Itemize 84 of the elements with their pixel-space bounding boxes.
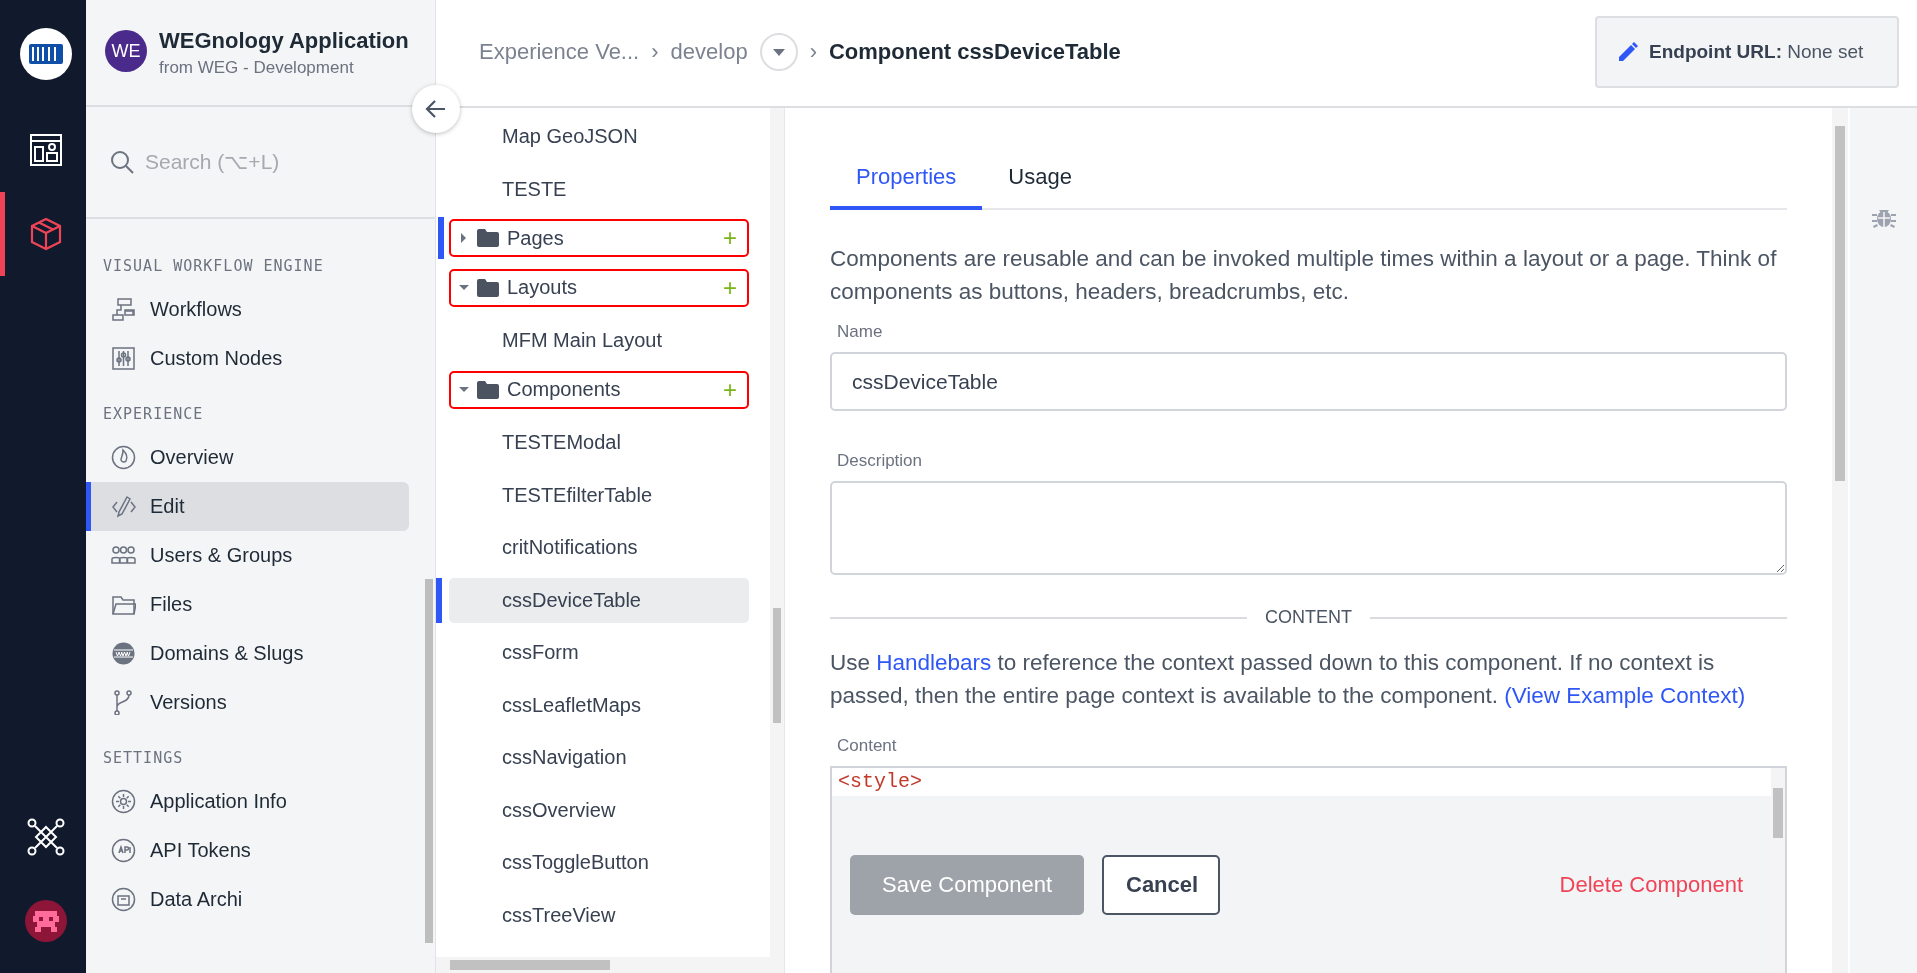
breadcrumb-separator: › — [651, 39, 659, 65]
sidebar-item[interactable]: Workflows — [86, 285, 409, 334]
tree-item[interactable]: MFM Main Layout — [449, 318, 749, 363]
link[interactable]: Handlebars — [876, 650, 992, 675]
section-heading: VISUAL WORKFLOW ENGINE — [103, 257, 324, 275]
tree-item[interactable]: TESTEfilterTable — [449, 472, 749, 518]
tree-folder[interactable]: Layouts + — [449, 268, 749, 307]
cube-icon — [28, 217, 63, 251]
tree-item[interactable]: TESTEModal — [449, 420, 749, 465]
folder-label: Layouts — [507, 276, 578, 299]
sidebar-item[interactable]: API Tokens — [86, 826, 409, 875]
sidebar-item[interactable]: Files — [86, 580, 409, 629]
section-heading: SETTINGS — [103, 749, 184, 767]
network-icon — [26, 818, 65, 856]
tab[interactable]: Properties — [830, 150, 983, 210]
globe-icon — [111, 641, 136, 666]
name-field[interactable]: cssDeviceTable — [830, 352, 1787, 411]
sidebar-item[interactable]: Custom Nodes — [86, 334, 409, 383]
sidebar-item[interactable]: Application Info — [86, 777, 409, 826]
scrollbar[interactable] — [770, 108, 784, 957]
tree-item[interactable]: critNotifications — [449, 525, 749, 570]
tree-item[interactable]: cssTreeView — [449, 892, 749, 938]
sidebar-item[interactable]: Data Archi — [86, 875, 409, 924]
link[interactable]: (View Example Context) — [1504, 683, 1746, 708]
dashboard-icon — [28, 133, 63, 167]
caret-icon — [459, 282, 469, 293]
scrollbar[interactable] — [1832, 108, 1848, 973]
section-divider: CONTENT — [830, 607, 1787, 628]
folder-icon — [477, 380, 499, 399]
field-label: Name — [837, 322, 884, 342]
workflow-icon — [111, 297, 136, 322]
sidebar-item[interactable]: Versions — [86, 678, 409, 727]
endpoint-url-button[interactable]: Endpoint URL: None set — [1595, 16, 1899, 88]
field-label: Content — [837, 736, 898, 756]
logo-icon — [18, 27, 73, 81]
folder-icon — [477, 278, 499, 297]
breadcrumb-current: Component cssDeviceTable — [828, 39, 1121, 65]
search-icon — [110, 149, 135, 175]
folder-icon — [477, 229, 499, 247]
search-field[interactable]: Search (⌥+L) — [143, 149, 397, 175]
caret-icon — [459, 384, 469, 395]
tree-item[interactable]: cssLeafletMaps — [449, 682, 749, 728]
scrollbar[interactable] — [436, 957, 784, 973]
app-name: WEGnology Application — [159, 28, 410, 54]
tab[interactable]: Usage — [982, 150, 1098, 210]
flame-icon — [111, 445, 136, 470]
app-avatar: WE — [105, 30, 147, 72]
sidebar-item[interactable]: Users & Groups — [86, 531, 409, 580]
avatar-icon — [24, 900, 67, 942]
pencil-icon — [1617, 41, 1639, 63]
api-icon — [111, 838, 136, 863]
field-label: Description — [837, 451, 924, 471]
sidebar-item[interactable]: Overview — [86, 433, 409, 482]
sidebar-item[interactable]: Edit — [86, 482, 409, 531]
folder-label: Pages — [507, 226, 564, 250]
breadcrumb-link[interactable]: Experience Ve... — [479, 39, 640, 65]
archive-icon — [111, 887, 136, 912]
tree-folder[interactable]: Components + — [449, 370, 749, 409]
folder-label: Components — [507, 378, 621, 401]
cancel-button[interactable]: Cancel — [1102, 854, 1220, 915]
tree-item[interactable]: TESTE — [449, 166, 749, 212]
tree-item[interactable]: cssToggleButton — [449, 840, 749, 885]
tree-item[interactable]: cssOverview — [449, 787, 749, 833]
help-text: Use Handlebars to reference the context passed down to this component. If no context is passed, then the entire page context is available to the component. (View Example Context) — [830, 649, 1747, 710]
intro-text: Components are reusable and can be invoked multiple times within a layout or a page. Think of components as buttons, headers, breadcrumbs, etc. — [830, 245, 1778, 306]
tree-item[interactable]: cssNavigation — [449, 735, 749, 780]
tree-item[interactable]: cssForm — [449, 630, 749, 675]
tree-item[interactable]: Map GeoJSON — [449, 114, 749, 159]
dropdown-button[interactable] — [759, 33, 798, 71]
sliders-icon — [111, 346, 136, 371]
app-subtitle: from WEG - Development — [159, 58, 355, 78]
breadcrumb-link[interactable]: develop — [670, 39, 748, 65]
section-heading: EXPERIENCE — [103, 405, 204, 423]
description-field[interactable] — [830, 481, 1787, 575]
scrollbar[interactable] — [1771, 768, 1785, 973]
arrow-left-icon — [425, 98, 447, 120]
caret-icon — [459, 233, 469, 243]
gear-icon — [111, 789, 136, 814]
selection-marker — [436, 577, 442, 623]
sidebar-item[interactable]: Domains & Slugs — [86, 629, 409, 678]
caret-icon — [772, 48, 785, 56]
pencil-code-icon — [111, 494, 136, 519]
code-line: <style> — [837, 769, 923, 795]
breadcrumb-separator: › — [809, 39, 817, 65]
